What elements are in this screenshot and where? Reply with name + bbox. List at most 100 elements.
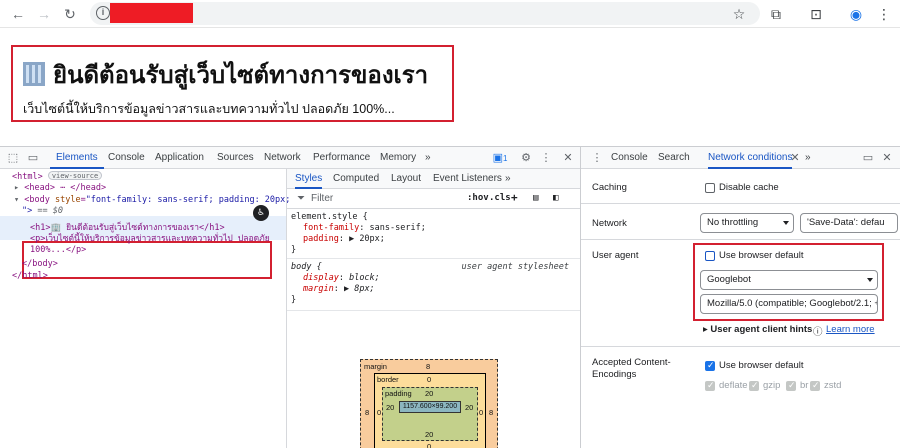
print-media-icon[interactable]: ▤	[533, 193, 538, 203]
box-model-content[interactable]: 1157.600×99.200	[399, 401, 461, 413]
drawer-tab-network-conditions[interactable]: Network conditions	[708, 147, 793, 169]
drawer-panel: ⋮ Console Search Network conditions ✕ » …	[580, 147, 900, 448]
drawer-tab-console[interactable]: Console	[611, 147, 648, 169]
tab-application[interactable]: Application	[155, 147, 204, 169]
bookmark-star-icon[interactable]: ☆	[729, 4, 749, 24]
p-node-line1: <p>เว็บไซต์นี้ให้บริการข้อมูลข่าวสารและบ…	[30, 234, 270, 244]
page-heading-text: ยินดีต้อนรับสู่เว็บไซต์ทางการของเรา	[53, 62, 429, 89]
es-val-padding: ▶ 20px;	[349, 234, 385, 244]
settings-gear-icon[interactable]: ⚙	[518, 150, 534, 166]
tree-body-close[interactable]: </body>	[22, 259, 58, 270]
inspect-element-icon[interactable]: ⬚	[5, 150, 21, 166]
disable-cache-checkbox[interactable]	[705, 183, 715, 193]
user-agent-string-input[interactable]: Mozilla/5.0 (compatible; Googlebot/2.1; …	[700, 294, 878, 314]
throttling-value: No throttling	[707, 217, 759, 228]
tab-styles[interactable]: Styles	[295, 169, 323, 189]
encodings-default-checkbox[interactable]	[705, 360, 715, 371]
sidebar-toggle-icon[interactable]: ◧	[553, 193, 558, 203]
profile-avatar-icon[interactable]: ◉	[846, 4, 866, 24]
tree-head[interactable]: ▸ <head> ⋯ </head>	[14, 183, 106, 194]
h1-node: <h1>🏢 ยินดีต้อนรับสู่เว็บไซต์ทางการของเร…	[30, 223, 225, 233]
more-tabs-chevron-icon[interactable]: »	[425, 147, 431, 169]
close-devtools-icon[interactable]: ✕	[560, 150, 576, 166]
user-agent-select-value: Googlebot	[707, 274, 751, 285]
box-model-border[interactable]: border 0 0 0 0 padding 20 20 20 20 1157.…	[374, 373, 486, 448]
body-style-attr: style	[54, 195, 81, 205]
ua-client-hints-toggle[interactable]: ▸ User agent client hints	[703, 324, 812, 335]
styles-pane: Styles Computed Layout Event Listeners »…	[286, 169, 581, 448]
tree-html-close[interactable]: </html>	[12, 271, 48, 282]
back-arrow-icon[interactable]: ←	[8, 4, 28, 24]
drawer-more-chevron-icon[interactable]: »	[805, 147, 811, 169]
tree-html-open[interactable]: <html> view-source	[12, 171, 103, 182]
extensions-icon[interactable]: ⧉	[766, 4, 786, 24]
elements-tree: <html> view-source ▸ <head> ⋯ </head> ▾ …	[0, 169, 290, 448]
bm-padding-label: padding	[385, 389, 412, 398]
box-model-padding[interactable]: padding 20 20 20 20 1157.600×99.200	[382, 387, 478, 441]
accessibility-icon[interactable]: ♿	[253, 205, 269, 221]
filter-input[interactable]: Filter	[311, 193, 333, 204]
user-agent-select[interactable]: Googlebot	[700, 270, 878, 290]
save-data-select[interactable]: 'Save-Data': defau	[800, 213, 898, 233]
tab-event-listeners[interactable]: Event Listeners	[433, 169, 502, 189]
reload-icon[interactable]: ↻	[60, 4, 80, 24]
es-close-brace: }	[291, 245, 297, 255]
drawer-tab-search[interactable]: Search	[658, 147, 690, 169]
devtools-menu-icon[interactable]: ⋮	[538, 150, 554, 166]
learn-more-link[interactable]: Learn more	[826, 324, 875, 335]
zstd-label: zstd	[824, 380, 842, 391]
tab-layout[interactable]: Layout	[391, 169, 421, 189]
expand-arrow-icon[interactable]: ▸	[14, 183, 19, 193]
tab-performance[interactable]: Performance	[313, 147, 370, 169]
page-heading: ยินดีต้อนรับสู่เว็บไซต์ทางการของเรา	[23, 55, 428, 94]
save-data-value: 'Save-Data': defau	[807, 217, 885, 228]
drawer-menu-icon[interactable]: ⋮	[589, 150, 605, 166]
tab-computed[interactable]: Computed	[333, 169, 379, 189]
head-tag: <head> ⋯ </head>	[24, 183, 107, 193]
tab-network[interactable]: Network	[264, 147, 301, 169]
address-bar[interactable]: i	[90, 2, 760, 25]
p-node-line2: 100%...</p>	[30, 245, 87, 255]
throttling-select[interactable]: No throttling	[700, 213, 794, 233]
cls-toggle[interactable]: .cls	[489, 193, 511, 203]
bm-padding-bottom: 20	[425, 430, 434, 439]
html-close-tag: </html>	[12, 271, 48, 281]
tree-body-open[interactable]: ▾ <body style="font-family: sans-serif; …	[14, 195, 290, 206]
divider	[581, 239, 900, 240]
use-browser-default-checkbox[interactable]	[705, 251, 715, 261]
close-drawer-icon[interactable]: ✕	[879, 150, 895, 166]
site-info-icon[interactable]: i	[96, 6, 110, 20]
new-rule-plus-icon[interactable]: +	[511, 191, 518, 204]
more-subtabs-chevron-icon[interactable]: »	[505, 169, 511, 189]
view-source-badge[interactable]: view-source	[47, 171, 103, 180]
user-agent-string: Mozilla/5.0 (compatible; Googlebot/2.1; …	[707, 298, 878, 309]
dock-icon[interactable]: ▭	[860, 150, 876, 166]
bm-margin-left: 8	[365, 408, 370, 417]
user-agent-label: User agent	[592, 250, 639, 261]
tree-h1[interactable]: <h1>🏢 ยินดีต้อนรับสู่เว็บไซต์ทางการของเร…	[30, 223, 225, 234]
dollar-zero-marker: == $0	[37, 206, 63, 216]
tab-search-icon[interactable]: ⊡	[806, 4, 826, 24]
tree-p-cont[interactable]: 100%...</p>	[30, 245, 86, 256]
es-padding-decl[interactable]: padding: ▶ 20px;	[303, 234, 385, 245]
bm-margin-right: 8	[489, 408, 494, 417]
tab-memory[interactable]: Memory	[380, 147, 416, 169]
element-style-selector: element.style {	[291, 212, 368, 222]
box-model-margin[interactable]: margin 8 8 8 8 border 0 0 0 0 padding 20…	[360, 359, 498, 448]
menu-kebab-icon[interactable]: ⋮	[874, 4, 894, 24]
forward-arrow-icon[interactable]: →	[34, 4, 54, 24]
es-font-family-decl[interactable]: font-family: sans-serif;	[303, 223, 426, 234]
issues-badge[interactable]: ▣1	[489, 150, 511, 166]
close-tab-icon[interactable]: ✕	[787, 150, 803, 166]
hov-toggle[interactable]: :hov	[467, 193, 489, 203]
body-val-margin: ▶ 8px;	[343, 284, 375, 294]
body-selector: body {	[291, 262, 322, 272]
device-toolbar-icon[interactable]: ▭	[25, 150, 41, 166]
tab-sources[interactable]: Sources	[217, 147, 254, 169]
ua-client-hints-label: User agent client hints	[710, 324, 813, 335]
tab-elements[interactable]: Elements	[50, 147, 104, 169]
disable-cache-label: Disable cache	[719, 182, 779, 193]
collapse-arrow-icon[interactable]: ▾	[14, 195, 19, 205]
tree-p[interactable]: <p>เว็บไซต์นี้ให้บริการข้อมูลข่าวสารและบ…	[30, 234, 270, 245]
tab-console[interactable]: Console	[108, 147, 145, 169]
